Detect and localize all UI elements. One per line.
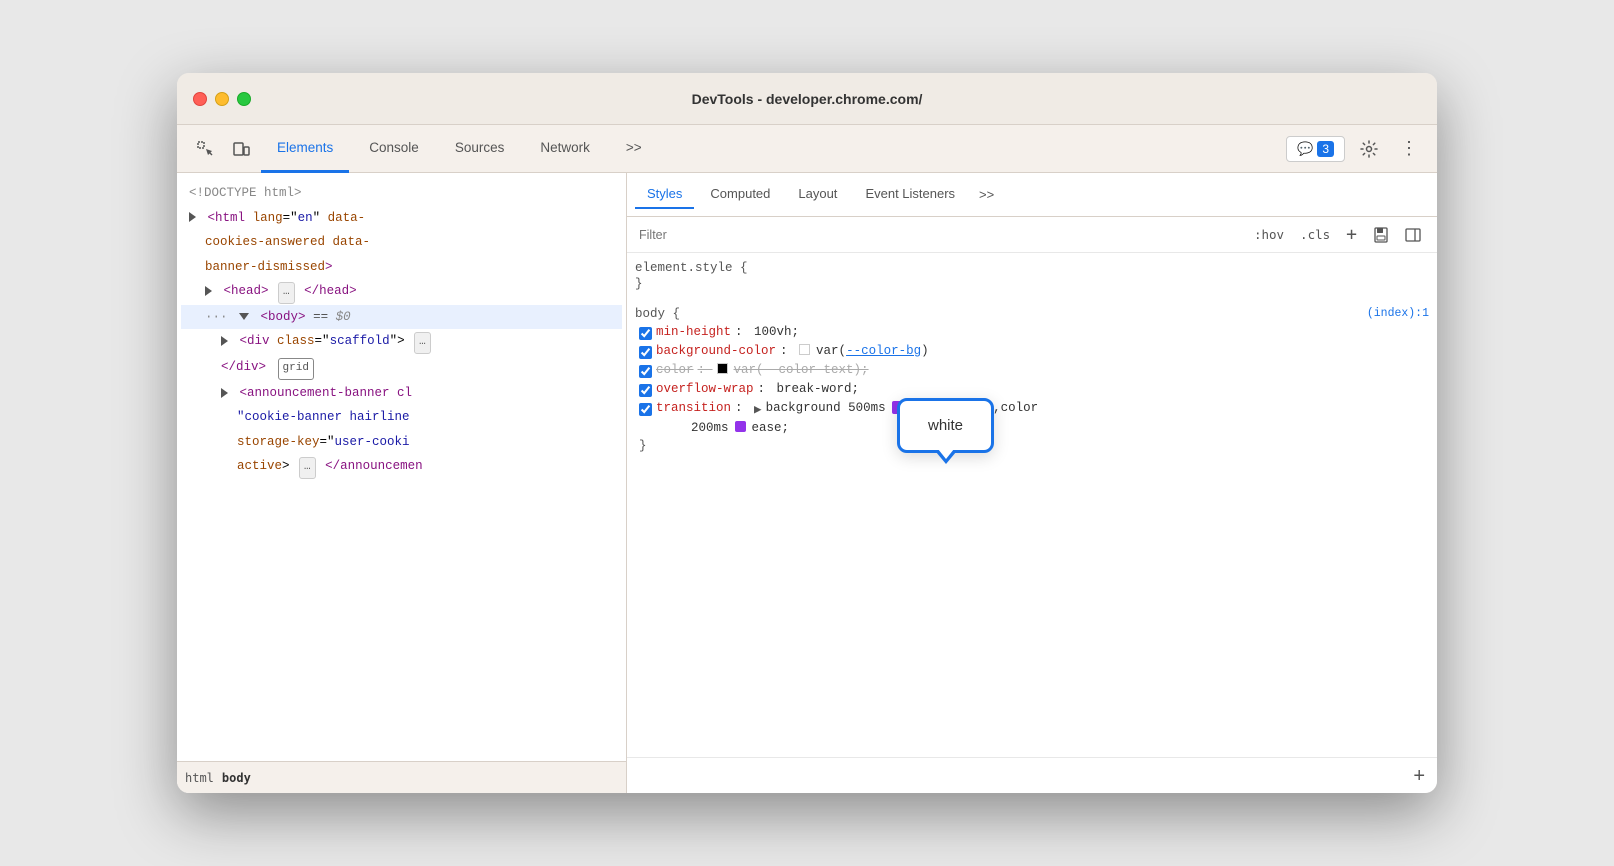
filter-actions: :hov .cls + — [1250, 222, 1425, 247]
html-attr-continuation: cookies-answered data- — [181, 230, 622, 255]
breadcrumb-body[interactable]: body — [222, 771, 251, 785]
head-line[interactable]: <head> … </head> — [181, 279, 622, 305]
announcement-attr1: "cookie-banner hairline — [181, 405, 622, 430]
styles-tab-more[interactable]: >> — [971, 183, 1002, 206]
tab-network[interactable]: Network — [524, 125, 606, 173]
cls-button[interactable]: .cls — [1296, 225, 1334, 244]
titlebar: DevTools - developer.chrome.com/ — [177, 73, 1437, 125]
body-line[interactable]: ··· <body> == $0 — [181, 305, 622, 330]
styles-footer: + — [627, 757, 1437, 793]
prop-min-height-checkbox[interactable] — [639, 327, 652, 340]
expand-head-icon[interactable] — [205, 286, 212, 296]
prop-overflow-wrap: overflow-wrap : break-word; — [635, 380, 1429, 399]
expand-announcement-icon[interactable] — [221, 388, 228, 398]
add-style-button[interactable]: + — [1342, 222, 1361, 247]
body-style-rule: body { (index):1 min-height : 100vh; bac… — [635, 307, 1429, 455]
head-ellipsis[interactable]: … — [278, 282, 295, 304]
expand-body-icon[interactable] — [239, 313, 249, 320]
traffic-lights — [193, 92, 251, 106]
breadcrumb-html[interactable]: html — [185, 771, 214, 785]
tab-styles[interactable]: Styles — [635, 180, 694, 209]
filter-input[interactable] — [639, 228, 1242, 242]
main-toolbar: Elements Console Sources Network >> 💬 3 … — [177, 125, 1437, 173]
html-element-line[interactable]: <html lang="en" data- — [181, 206, 622, 231]
rule-source[interactable]: (index):1 — [1367, 307, 1429, 320]
window-title: DevTools - developer.chrome.com/ — [692, 91, 923, 107]
element-style-rule: element.style { } — [635, 261, 1429, 291]
transition-ease2-swatch[interactable] — [735, 421, 746, 432]
tooltip-text: white — [928, 417, 963, 434]
body-selector: body { (index):1 — [635, 307, 1429, 321]
prop-transition-cont: 200ms ease; — [635, 419, 1429, 437]
more-options-button[interactable]: ⋮ — [1393, 133, 1425, 165]
main-content: <!DOCTYPE html> <html lang="en" data- co… — [177, 173, 1437, 793]
expand-html-icon[interactable] — [189, 212, 196, 222]
maximize-button[interactable] — [237, 92, 251, 106]
styles-panel: Styles Computed Layout Event Listeners >… — [627, 173, 1437, 793]
prop-overflow-wrap-checkbox[interactable] — [639, 384, 652, 397]
filter-bar: :hov .cls + — [627, 217, 1437, 253]
prop-min-height: min-height : 100vh; — [635, 323, 1429, 342]
tab-layout[interactable]: Layout — [786, 180, 849, 209]
tab-computed[interactable]: Computed — [698, 180, 782, 209]
color-tooltip: white — [897, 398, 994, 453]
minimize-button[interactable] — [215, 92, 229, 106]
body-rule-close: } — [635, 437, 1429, 455]
elements-panel: <!DOCTYPE html> <html lang="en" data- co… — [177, 173, 627, 793]
element-style-selector: element.style { — [635, 261, 1429, 275]
announcement-attr2: storage-key="user-cooki — [181, 430, 622, 455]
prop-transition-checkbox[interactable] — [639, 403, 652, 416]
prop-transition: transition : ▶ background 500ms ease-in-… — [635, 399, 1429, 419]
settings-button[interactable] — [1353, 133, 1385, 165]
breadcrumb: html body — [177, 761, 626, 793]
color-swatch[interactable] — [717, 363, 728, 374]
device-toggle-button[interactable] — [225, 133, 257, 165]
tab-console[interactable]: Console — [353, 125, 435, 173]
inspect-element-button[interactable] — [189, 133, 221, 165]
announcement-ellipsis[interactable]: … — [299, 457, 316, 479]
div-scaffold-line[interactable]: <div class="scaffold"> … — [181, 329, 622, 355]
bg-color-swatch[interactable] — [799, 344, 810, 355]
prop-background-color: background-color : var(--color-bg) — [635, 342, 1429, 361]
div-ellipsis[interactable]: … — [414, 332, 431, 354]
tab-more[interactable]: >> — [610, 125, 658, 173]
messages-count: 3 — [1317, 141, 1334, 157]
grid-badge[interactable]: grid — [278, 358, 314, 380]
prop-bg-color-checkbox[interactable] — [639, 346, 652, 359]
prop-color-checkbox[interactable] — [639, 365, 652, 378]
toggle-sidebar-button[interactable] — [1401, 223, 1425, 247]
tab-event-listeners[interactable]: Event Listeners — [853, 180, 967, 209]
doctype-line: <!DOCTYPE html> — [181, 181, 622, 206]
add-property-button[interactable]: + — [1413, 766, 1425, 786]
messages-icon: 💬 — [1297, 141, 1313, 157]
announcement-attr3: active> … </announcemen — [181, 454, 622, 480]
close-button[interactable] — [193, 92, 207, 106]
elements-tree[interactable]: <!DOCTYPE html> <html lang="en" data- co… — [177, 173, 626, 761]
devtools-window: DevTools - developer.chrome.com/ Element… — [177, 73, 1437, 793]
styles-content[interactable]: element.style { } body { (index):1 min-h… — [627, 253, 1437, 757]
prop-color: color : var(--color-text); — [635, 361, 1429, 380]
div-close-line: </div> grid — [181, 355, 622, 381]
toolbar-right: 💬 3 ⋮ — [1286, 133, 1425, 165]
styles-tabbar: Styles Computed Layout Event Listeners >… — [627, 173, 1437, 217]
messages-button[interactable]: 💬 3 — [1286, 136, 1345, 162]
announcement-line[interactable]: <announcement-banner cl — [181, 381, 622, 406]
expand-div-icon[interactable] — [221, 336, 228, 346]
transition-expand-icon[interactable]: ▶ — [754, 401, 762, 417]
tab-sources[interactable]: Sources — [439, 125, 521, 173]
hov-button[interactable]: :hov — [1250, 225, 1288, 244]
html-attr-continuation2: banner-dismissed> — [181, 255, 622, 280]
save-stylesheet-button[interactable] — [1369, 223, 1393, 247]
tab-elements[interactable]: Elements — [261, 125, 349, 173]
